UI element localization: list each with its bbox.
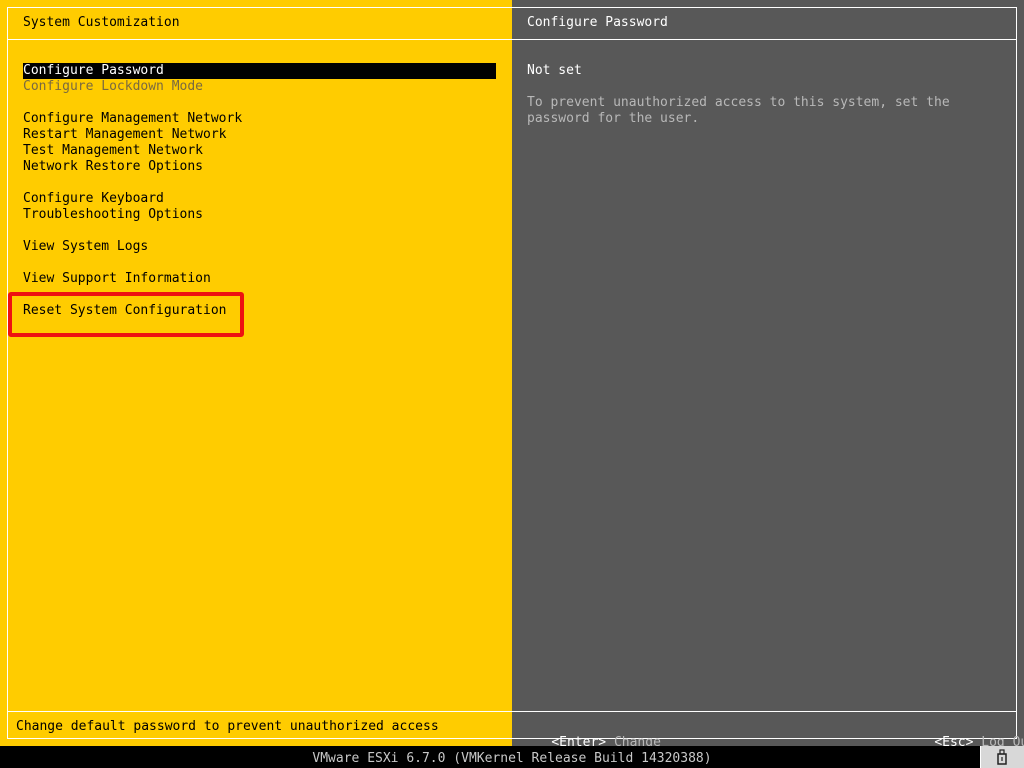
right-title-divider (512, 39, 1017, 40)
left-footer-hint: Change default password to prevent unaut… (16, 719, 439, 734)
menu-item-test-management-network[interactable]: Test Management Network (23, 143, 496, 159)
menu-item-view-system-logs[interactable]: View System Logs (23, 239, 496, 255)
password-status: Not set (527, 63, 582, 78)
menu-item-configure-management-network[interactable]: Configure Management Network (23, 111, 496, 127)
usb-drive-icon[interactable] (980, 746, 1024, 768)
menu-item-configure-password[interactable]: Configure Password (23, 63, 496, 79)
menu-item-configure-keyboard[interactable]: Configure Keyboard (23, 191, 496, 207)
right-footer-divider (512, 711, 1017, 712)
password-description: To prevent unauthorized access to this s… (527, 95, 950, 126)
menu-item-network-restore-options[interactable]: Network Restore Options (23, 159, 496, 175)
left-pane-title: System Customization (23, 15, 180, 30)
left-footer-divider (7, 711, 512, 712)
left-title-divider (7, 39, 512, 40)
menu-item-view-support-information[interactable]: View Support Information (23, 271, 496, 287)
reset-highlight-annotation (8, 292, 244, 337)
menu-item-restart-management-network[interactable]: Restart Management Network (23, 127, 496, 143)
right-pane-title: Configure Password (527, 15, 668, 30)
menu-item-troubleshooting-options[interactable]: Troubleshooting Options (23, 207, 496, 223)
left-pane: System Customization Configure Password … (0, 0, 512, 746)
status-bar: VMware ESXi 6.7.0 (VMKernel Release Buil… (0, 746, 1024, 768)
right-pane: Configure Password Not set To prevent un… (512, 0, 1024, 750)
menu-item-configure-lockdown-mode[interactable]: Configure Lockdown Mode (23, 79, 496, 95)
